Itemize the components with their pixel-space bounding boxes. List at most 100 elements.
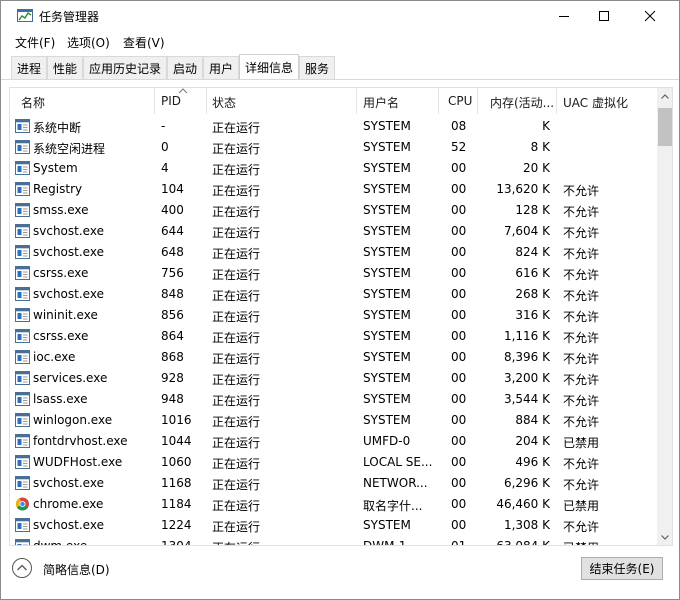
table-row[interactable]: svchost.exe 1224 正在运行 SYSTEM 00 1,308 K 不允许 xyxy=(10,515,658,536)
table-row[interactable]: csrss.exe 864 正在运行 SYSTEM 00 1,116 K 不允许 xyxy=(10,326,658,347)
table-row[interactable]: lsass.exe 948 正在运行 SYSTEM 00 3,544 K 不允许 xyxy=(10,389,658,410)
table-row[interactable]: fontdrvhost.exe 1044 正在运行 UMFD-0 00 204 K 已禁用 xyxy=(10,431,658,452)
process-memory: 3,544 K xyxy=(503,392,550,406)
process-memory: 46,460 K xyxy=(496,497,550,511)
process-pid: 0 xyxy=(161,140,169,154)
process-cpu: 00 xyxy=(451,497,467,511)
process-icon xyxy=(15,392,30,406)
chrome-icon xyxy=(16,497,29,511)
table-row[interactable]: Registry 104 正在运行 SYSTEM 00 13,620 K 不允许 xyxy=(10,179,658,200)
process-memory: 3,200 K xyxy=(503,371,550,385)
process-pid: 928 xyxy=(161,371,184,385)
tab-performance[interactable]: 性能 xyxy=(47,56,83,79)
column-header-cpu[interactable]: CPU xyxy=(448,94,472,108)
column-divider[interactable] xyxy=(206,88,207,114)
column-divider[interactable] xyxy=(556,88,557,114)
process-icon xyxy=(15,476,30,490)
process-status: 正在运行 xyxy=(212,457,261,471)
process-name: winlogon.exe xyxy=(33,413,113,427)
column-header-username[interactable]: 用户名 xyxy=(363,94,399,111)
process-status: 正在运行 xyxy=(212,373,261,387)
tab-services[interactable]: 服务 xyxy=(299,56,335,79)
table-row[interactable]: services.exe 928 正在运行 SYSTEM 00 3,200 K 不允许 xyxy=(10,368,658,389)
table-row[interactable]: svchost.exe 848 正在运行 SYSTEM 00 268 K 不允许 xyxy=(10,284,658,305)
tab-processes[interactable]: 进程 xyxy=(11,56,47,79)
table-row[interactable]: svchost.exe 648 正在运行 SYSTEM 00 824 K 不允许 xyxy=(10,242,658,263)
scroll-down-button[interactable] xyxy=(657,529,672,545)
process-pid: 1060 xyxy=(161,455,192,469)
table-row[interactable]: winlogon.exe 1016 正在运行 SYSTEM 00 884 K 不允许 xyxy=(10,410,658,431)
column-header-memory[interactable]: 内存(活动... xyxy=(490,94,554,111)
column-header-pid[interactable]: PID xyxy=(161,94,181,108)
table-row[interactable]: System 4 正在运行 SYSTEM 00 20 K xyxy=(10,158,658,179)
collapse-details-icon[interactable] xyxy=(11,557,33,579)
process-uac: 不允许 xyxy=(563,247,600,261)
process-status: 正在运行 xyxy=(212,436,261,450)
table-row[interactable]: dwm.exe 1304 正在运行 DWM-1 01 63,084 K 已禁用 xyxy=(10,536,658,545)
end-task-button[interactable]: 结束任务(E) xyxy=(581,557,663,580)
process-status: 正在运行 xyxy=(212,478,261,492)
process-memory: 7,604 K xyxy=(503,224,550,238)
table-row[interactable]: ioc.exe 868 正在运行 SYSTEM 00 8,396 K 不允许 xyxy=(10,347,658,368)
menu-file[interactable]: 文件(F) xyxy=(15,34,55,51)
process-username: SYSTEM xyxy=(363,182,411,196)
table-row[interactable]: WUDFHost.exe 1060 正在运行 LOCAL SE... 00 496 K 不允… xyxy=(10,452,658,473)
menu-view[interactable]: 查看(V) xyxy=(123,34,165,51)
table-row[interactable]: wininit.exe 856 正在运行 SYSTEM 00 316 K 不允许 xyxy=(10,305,658,326)
tab-users[interactable]: 用户 xyxy=(203,56,239,79)
process-cpu: 00 xyxy=(451,287,467,301)
tab-app-history[interactable]: 应用历史记录 xyxy=(83,56,167,79)
process-username: SYSTEM xyxy=(363,203,411,217)
column-divider[interactable] xyxy=(438,88,439,114)
process-name: smss.exe xyxy=(33,203,89,217)
process-memory: 268 K xyxy=(515,287,550,301)
process-username: SYSTEM xyxy=(363,371,411,385)
column-header-name[interactable]: 名称 xyxy=(21,94,45,111)
column-header-uac[interactable]: UAC 虚拟化 xyxy=(563,94,628,111)
column-divider[interactable] xyxy=(154,88,155,114)
process-name: chrome.exe xyxy=(33,497,104,511)
process-username: UMFD-0 xyxy=(363,434,411,448)
process-username: SYSTEM xyxy=(363,161,411,175)
table-row[interactable]: 系统空闲进程 0 正在运行 SYSTEM 52 8 K xyxy=(10,137,658,158)
column-divider[interactable] xyxy=(477,88,478,114)
process-username: SYSTEM xyxy=(363,245,411,259)
table-row[interactable]: chrome.exe 1184 正在运行 取名字什... 00 46,460 K 已禁用 xyxy=(10,494,658,515)
process-icon xyxy=(15,308,30,322)
table-row[interactable]: 系统中断 - 正在运行 SYSTEM 08 K xyxy=(10,116,658,137)
process-icon xyxy=(15,434,30,448)
process-icon xyxy=(15,161,30,175)
process-cpu: 00 xyxy=(451,224,467,238)
process-memory: 884 K xyxy=(515,413,550,427)
process-uac: 不允许 xyxy=(563,331,600,345)
table-row[interactable]: csrss.exe 756 正在运行 SYSTEM 00 616 K 不允许 xyxy=(10,263,658,284)
scroll-up-button[interactable] xyxy=(657,88,672,104)
table-row[interactable]: svchost.exe 1168 正在运行 NETWOR... 00 6,296 K 不允许 xyxy=(10,473,658,494)
table-row[interactable]: svchost.exe 644 正在运行 SYSTEM 00 7,604 K 不允许 xyxy=(10,221,658,242)
process-pid: 1016 xyxy=(161,413,192,427)
table-body: 系统中断 - 正在运行 SYSTEM 08 K 系统空闲进程 0 正在运行 SYSTEM 52 8 K… xyxy=(10,116,658,545)
process-memory: 496 K xyxy=(515,455,550,469)
fewer-details-link[interactable]: 简略信息(D) xyxy=(43,561,110,578)
process-uac: 不允许 xyxy=(563,226,600,240)
process-name: Registry xyxy=(33,182,83,196)
menu-bar: 文件(F) 选项(O) 查看(V) xyxy=(1,31,679,53)
tab-divider xyxy=(1,79,679,80)
process-pid: 400 xyxy=(161,203,184,217)
process-status: 正在运行 xyxy=(212,142,261,156)
close-button[interactable] xyxy=(627,1,673,31)
process-uac: 不允许 xyxy=(563,457,600,471)
column-divider[interactable] xyxy=(356,88,357,114)
tab-startup[interactable]: 启动 xyxy=(167,56,203,79)
table-row[interactable]: smss.exe 400 正在运行 SYSTEM 00 128 K 不允许 xyxy=(10,200,658,221)
scroll-thumb[interactable] xyxy=(658,108,672,146)
column-header-status[interactable]: 状态 xyxy=(212,94,236,111)
menu-options[interactable]: 选项(O) xyxy=(67,34,110,51)
process-uac: 不允许 xyxy=(563,478,600,492)
process-username: SYSTEM xyxy=(363,224,411,238)
tab-details[interactable]: 详细信息 xyxy=(239,54,299,80)
process-username: SYSTEM xyxy=(363,329,411,343)
details-table: 名称 PID 状态 用户名 CPU 内存(活动... UAC 虚拟化 系统中断 -… xyxy=(9,87,673,546)
maximize-button[interactable] xyxy=(581,1,627,31)
vertical-scrollbar[interactable] xyxy=(657,88,672,545)
